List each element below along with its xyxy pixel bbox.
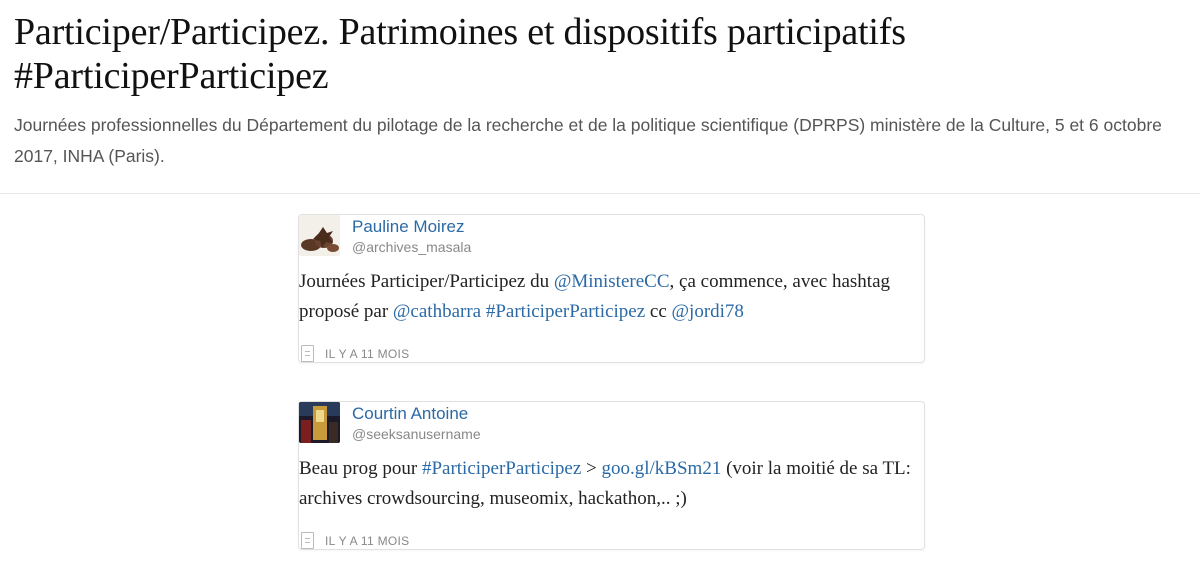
tweet-text-segment: Beau prog pour [299, 458, 422, 479]
avatar[interactable] [299, 402, 340, 443]
avatar-image-icon [299, 402, 340, 443]
tweet-text-segment: Journées Participer/Participez du [299, 271, 554, 292]
tweet-card: Courtin Antoine @seeksanusername Beau pr… [298, 401, 925, 550]
tweet-card: Pauline Moirez @archives_masala Journées… [298, 214, 925, 363]
tweet-text: Journées Participer/Participez du @Minis… [299, 267, 919, 327]
tweet-timestamp[interactable]: IL Y A 11 MOIS [325, 534, 409, 548]
url-link[interactable]: goo.gl/kBSm21 [602, 458, 722, 479]
avatar[interactable] [299, 215, 340, 256]
tweet-feed: Pauline Moirez @archives_masala Journées… [298, 214, 925, 588]
tweet-meta: IL Y A 11 MOIS [301, 345, 409, 362]
hashtag-link[interactable]: #ParticiperParticipez [422, 458, 581, 479]
tweet-meta: IL Y A 11 MOIS [301, 532, 409, 549]
source-icon [301, 345, 314, 362]
author-handle: @seeksanusername [352, 426, 481, 442]
tweet-timestamp[interactable]: IL Y A 11 MOIS [325, 347, 409, 361]
mention-link[interactable]: @cathbarra [393, 301, 481, 322]
tweet-text-segment: cc [645, 301, 672, 322]
mention-link[interactable]: @jordi78 [672, 301, 744, 322]
page-header: Participer/Participez. Patrimoines et di… [0, 0, 1200, 194]
page-subtitle: Journées professionnelles du Département… [14, 115, 1162, 166]
avatar-image-icon [299, 215, 340, 256]
tweet-text-segment: > [581, 458, 602, 479]
page-title: Participer/Participez. Patrimoines et di… [14, 11, 906, 97]
author-name[interactable]: Pauline Moirez [352, 217, 464, 237]
author-name[interactable]: Courtin Antoine [352, 404, 468, 424]
mention-link[interactable]: @MinistereCC [554, 271, 670, 292]
hashtag-link[interactable]: #ParticiperParticipez [486, 301, 645, 322]
author-handle: @archives_masala [352, 239, 472, 255]
source-icon [301, 532, 314, 549]
tweet-text: Beau prog pour #ParticiperParticipez > g… [299, 454, 919, 514]
